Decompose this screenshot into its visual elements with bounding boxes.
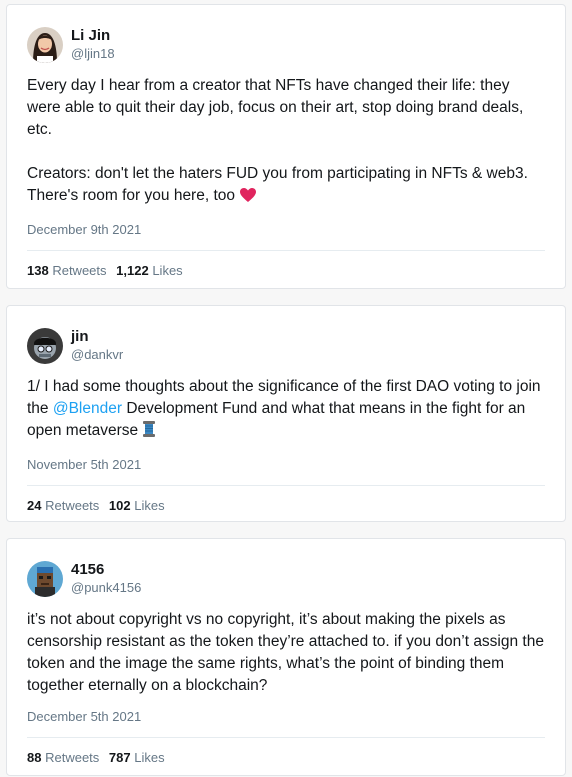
tweet-text-body: Every day I hear from a creator that NFT… [27,77,528,204]
tweet-header: 4156 @punk4156 [27,561,545,601]
tweet-stats: 88 Retweets 787 Likes [27,738,545,766]
tweet-text: 1/ I had some thoughts about the signifi… [27,376,545,445]
retweets-label: Retweets [45,750,100,765]
display-name[interactable]: Li Jin [71,27,115,45]
retweets-label: Retweets [45,498,100,513]
tweet-date[interactable]: November 5th 2021 [27,457,545,473]
tweet-card[interactable]: Li Jin @ljin18 Every day I hear from a c… [6,4,566,289]
tweet-header: Li Jin @ljin18 [27,27,545,67]
tweet-header: jin @dankvr [27,328,545,368]
likes-label: Likes [134,750,165,765]
tweet-feed: Li Jin @ljin18 Every day I hear from a c… [0,0,572,777]
thread-spool-emoji-icon [142,420,156,445]
retweet-count: 88 [27,750,42,765]
tweet-text: it’s not about copyright vs no copyright… [27,611,544,694]
avatar[interactable] [27,328,63,364]
retweets-label: Retweets [52,263,107,278]
tweet-card[interactable]: 4156 @punk4156 it’s not about copyright … [6,538,566,776]
display-name[interactable]: jin [71,328,123,346]
likes-label: Likes [152,263,183,278]
tweet-stats: 24 Retweets 102 Likes [27,486,545,514]
heart-emoji-icon [239,187,257,210]
avatar[interactable] [27,27,63,63]
handle[interactable]: @punk4156 [71,579,141,596]
retweet-count: 138 [27,263,49,278]
avatar[interactable] [27,561,63,597]
handle[interactable]: @dankvr [71,346,123,363]
like-count: 102 [108,498,131,513]
like-count: 1,122 [116,263,149,278]
tweet-card[interactable]: jin @dankvr 1/ I had some thoughts about… [6,305,566,522]
mention-link[interactable]: @Blender [53,400,122,417]
tweet-date[interactable]: December 5th 2021 [27,709,545,725]
tweet-text: Every day I hear from a creator that NFT… [27,75,545,210]
tweet-date[interactable]: December 9th 2021 [27,222,545,238]
retweet-count: 24 [27,498,42,513]
handle[interactable]: @ljin18 [71,45,115,62]
display-name[interactable]: 4156 [71,561,141,579]
tweet-stats: 138 Retweets 1,122 Likes [27,251,545,279]
likes-label: Likes [134,498,165,513]
like-count: 787 [108,750,131,765]
